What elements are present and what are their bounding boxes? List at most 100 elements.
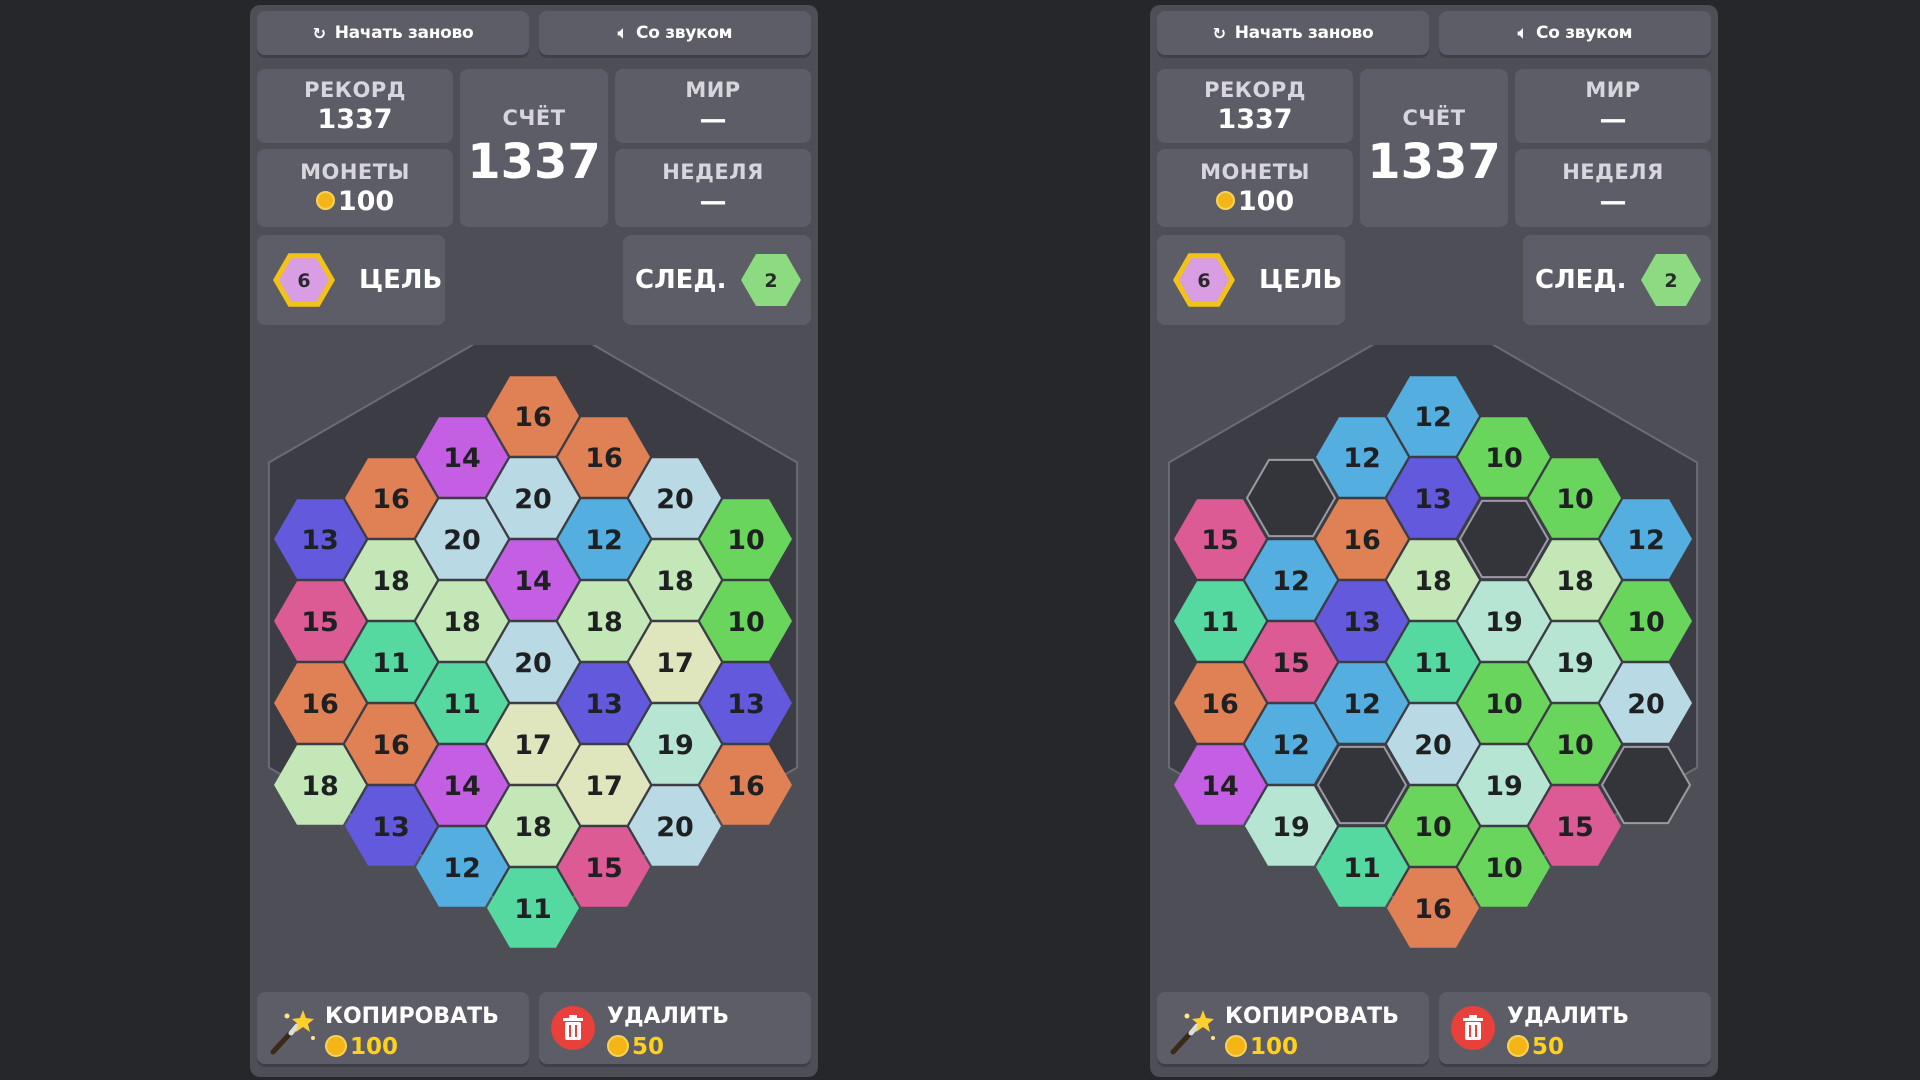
world-label: МИР: [1585, 77, 1641, 102]
hex-cell-value: 20: [1414, 730, 1452, 761]
delete-label: УДАЛИТЬ: [1507, 1004, 1630, 1029]
hex-cell-value: 16: [1201, 689, 1239, 720]
hex-cell-value: 10: [1485, 689, 1523, 720]
hex-cell-value: 14: [1201, 771, 1239, 802]
copy-price: 100: [350, 1034, 399, 1060]
hex-cell-value: 12: [585, 525, 623, 556]
hex-cell-value: 18: [301, 771, 339, 802]
hex-cell-value: 20: [1627, 689, 1665, 720]
delete-label: УДАЛИТЬ: [607, 1004, 730, 1029]
hex-cell-value: 16: [727, 771, 765, 802]
hex-cell-value: 10: [1556, 484, 1594, 515]
record-card: РЕКОРД 1337: [257, 69, 453, 143]
sound-button[interactable]: 🔈︎ Со звуком: [539, 11, 811, 55]
copy-label: КОПИРОВАТЬ: [1225, 1004, 1399, 1029]
hex-cell-value: 12: [443, 853, 481, 884]
score-card: СЧЁТ 1337: [1360, 69, 1508, 227]
hex-cell-value: 19: [1272, 812, 1310, 843]
trash-icon: [551, 1006, 595, 1050]
coin-icon: [607, 1034, 629, 1057]
hex-cell-value: 19: [1556, 648, 1594, 679]
delete-price: 50: [1532, 1034, 1565, 1060]
next-hex: 2: [1641, 254, 1702, 306]
hex-cell-value: 10: [1485, 443, 1523, 474]
restart-label: Начать заново: [334, 23, 474, 43]
hex-cell-value: 11: [443, 689, 481, 720]
delete-price: 50: [632, 1034, 665, 1060]
restart-button[interactable]: ↻ Начать заново: [1157, 11, 1429, 55]
week-label: НЕДЕЛЯ: [1562, 159, 1664, 184]
hex-board: 15 11 16 14 12 15 12 19 12 16 13 12 11 12 13 18 11 20 10 16…: [1167, 345, 1699, 948]
world-card: МИР —: [615, 69, 811, 143]
week-card: НЕДЕЛЯ —: [1515, 149, 1711, 227]
coins-card: МОНЕТЫ 100: [1157, 149, 1353, 227]
magic-wand-icon: [270, 1010, 315, 1055]
world-value-row: —: [700, 104, 727, 135]
hex-cell-value: 14: [443, 771, 481, 802]
hex-cell-value: 16: [372, 730, 410, 761]
hex-cell-value: 20: [443, 525, 481, 556]
hex-cell-value: 20: [514, 648, 552, 679]
hex-cell-value: 13: [585, 689, 623, 720]
next-label: СЛЕД.: [1535, 265, 1627, 295]
hex-cell-value: 15: [1272, 648, 1310, 679]
hex-cell-value: 13: [372, 812, 410, 843]
score-value: 1337: [467, 134, 601, 190]
hex-cell-value: 16: [1414, 894, 1452, 925]
trash-icon: [1451, 1006, 1495, 1050]
coins-label: МОНЕТЫ: [1200, 159, 1310, 184]
next-value: 2: [765, 270, 778, 292]
game-panel-right: ↻ Начать заново 🔈︎ Со звуком РЕКОРД 1337 МОНЕТ…: [1150, 5, 1718, 1077]
hex-cell-value: 15: [1556, 812, 1594, 843]
coins-value-row: 100: [315, 186, 394, 217]
hex-cell-value: 13: [1343, 607, 1381, 638]
hex-cell-value: 10: [1414, 812, 1452, 843]
week-value-row: —: [1600, 186, 1627, 217]
coin-icon: [1225, 1034, 1247, 1057]
hex-cell-value: 18: [443, 607, 481, 638]
speaker-icon: 🔈︎: [617, 23, 628, 42]
target-label: ЦЕЛЬ: [1259, 265, 1343, 295]
restart-button[interactable]: ↻ Начать заново: [257, 11, 529, 55]
hex-cell-value: 20: [656, 484, 694, 515]
target-card: 6 ЦЕЛЬ: [1157, 235, 1345, 325]
coin-icon: [315, 190, 335, 210]
record-value-row: 1337: [317, 104, 392, 135]
target-hex: 6: [1173, 253, 1235, 307]
sound-label: Со звуком: [636, 23, 733, 43]
hex-cell-value: 20: [514, 484, 552, 515]
delete-button[interactable]: УДАЛИТЬ 50: [539, 992, 811, 1064]
hex-cell-value: 18: [1414, 566, 1452, 597]
next-card: СЛЕД. 2: [623, 235, 811, 325]
target-value: 6: [1197, 270, 1210, 292]
hex-cell-value: 19: [1485, 607, 1523, 638]
hex-cell-value: 16: [585, 443, 623, 474]
sound-button[interactable]: 🔈︎ Со звуком: [1439, 11, 1711, 55]
coins-value: 100: [1237, 185, 1295, 217]
restart-icon: ↻: [1212, 23, 1226, 43]
delete-price-row: 50: [1507, 1034, 1564, 1060]
target-card: 6 ЦЕЛЬ: [257, 235, 445, 325]
hex-cell-value: 18: [514, 812, 552, 843]
next-hex: 2: [741, 254, 802, 306]
next-label: СЛЕД.: [635, 265, 727, 295]
copy-button[interactable]: КОПИРОВАТЬ 100: [1157, 992, 1429, 1064]
delete-button[interactable]: УДАЛИТЬ 50: [1439, 992, 1711, 1064]
hex-cell-value: 10: [1556, 730, 1594, 761]
delete-price-row: 50: [607, 1034, 664, 1060]
hex-cell-value: 10: [727, 607, 765, 638]
hex-cell-value: 17: [514, 730, 552, 761]
record-value: 1337: [317, 103, 393, 135]
next-value: 2: [1665, 270, 1678, 292]
hex-cell-value: 15: [585, 853, 623, 884]
hex-cell-value: 19: [656, 730, 694, 761]
hex-cell-value: 11: [514, 894, 552, 925]
hex-cell-value: 12: [1627, 525, 1665, 556]
hex-cell-value: 12: [1343, 443, 1381, 474]
copy-button[interactable]: КОПИРОВАТЬ 100: [257, 992, 529, 1064]
hex-cell-value: 11: [372, 648, 410, 679]
hex-cell-value: 11: [1414, 648, 1452, 679]
world-value-row: —: [1600, 104, 1627, 135]
copy-price: 100: [1250, 1034, 1299, 1060]
score-label: СЧЁТ: [1402, 106, 1466, 130]
